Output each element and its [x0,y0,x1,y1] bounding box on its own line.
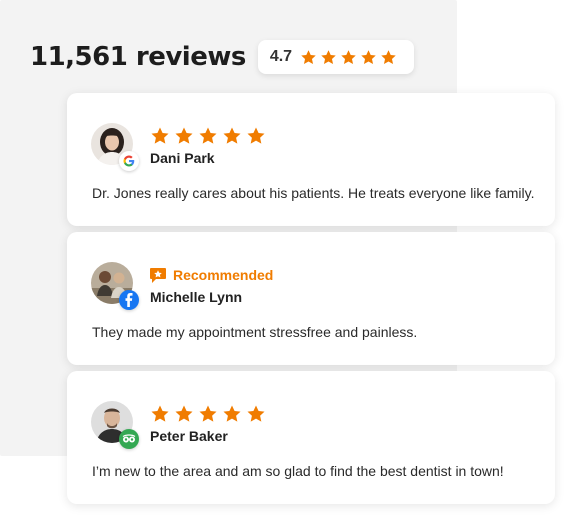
review-text: I’m new to the area and am so glad to fi… [92,463,504,479]
star-icon [222,404,242,424]
star-icon [360,49,377,66]
reviews-summary: 11,561 reviews 4.7 [30,40,415,74]
recommend-icon [150,267,166,283]
star-icon [174,404,194,424]
review-stars [150,404,270,424]
star-icon [380,49,397,66]
star-icon [198,126,218,146]
star-icon [198,404,218,424]
reviewer-name: Michelle Lynn [150,289,243,305]
review-meta: Peter Baker [150,404,270,444]
reviewer-name: Peter Baker [150,428,228,444]
rating-badge: 4.7 [257,40,415,74]
star-icon [340,49,357,66]
review-card: Peter Baker I’m new to the area and am s… [67,371,555,504]
star-icon [320,49,337,66]
review-text: Dr. Jones really cares about his patient… [92,185,535,201]
review-meta: Dani Park [150,126,270,166]
review-count: 11,561 reviews [30,42,246,72]
reviewer-avatar-wrap [91,262,139,310]
google-icon [119,151,139,171]
review-meta: Recommended Michelle Lynn [150,265,273,305]
star-icon [174,126,194,146]
reviewer-name: Dani Park [150,150,215,166]
star-icon [222,126,242,146]
reviewer-avatar-wrap [91,401,139,449]
star-icon [300,49,317,66]
recommended-tag: Recommended [150,265,273,285]
review-text: They made my appointment stressfree and … [92,324,418,340]
star-icon [150,126,170,146]
review-stars [150,126,270,146]
star-icon [246,126,266,146]
average-rating: 4.7 [269,48,293,65]
review-card: Recommended Michelle Lynn They made my a… [67,232,555,365]
tripadvisor-icon [119,429,139,449]
reviewer-avatar-wrap [91,123,139,171]
recommended-label: Recommended [173,267,274,283]
review-card: Dani Park Dr. Jones really cares about h… [67,93,555,226]
facebook-icon [119,290,139,310]
star-icon [150,404,170,424]
star-icon [246,404,266,424]
rating-stars [300,49,400,66]
